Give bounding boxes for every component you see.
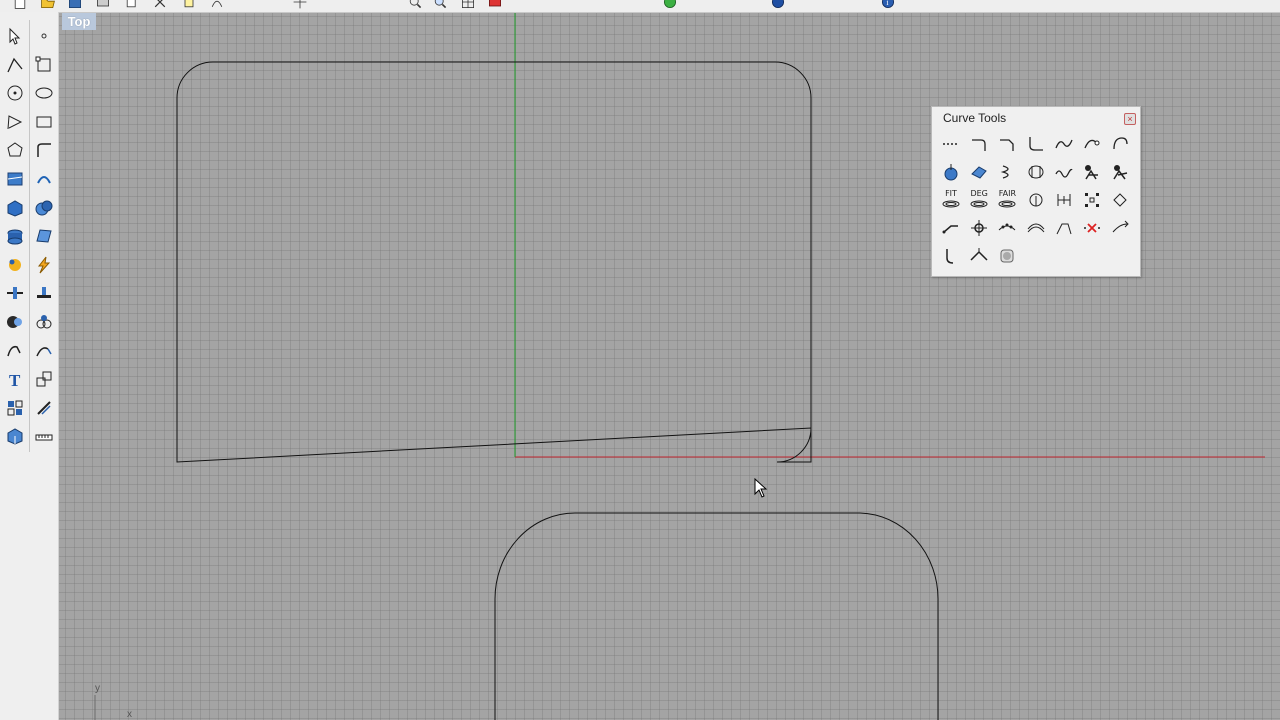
sphere-icon[interactable] bbox=[33, 197, 55, 219]
offset-icon[interactable] bbox=[33, 168, 55, 190]
offset-curve-icon[interactable] bbox=[1024, 216, 1048, 240]
crv-end-icon[interactable] bbox=[1108, 216, 1132, 240]
arc-blend-icon[interactable] bbox=[1108, 132, 1132, 156]
explode-icon[interactable] bbox=[4, 254, 26, 276]
adjustable-blend-icon[interactable] bbox=[1080, 132, 1104, 156]
remove-knot-icon[interactable] bbox=[1080, 216, 1104, 240]
change-degree-label: DEG bbox=[970, 189, 988, 198]
polygon-icon[interactable] bbox=[4, 139, 26, 161]
fillet-icon[interactable] bbox=[33, 139, 55, 161]
fit-curve-label: FIT bbox=[945, 189, 957, 198]
dimension-icon[interactable] bbox=[33, 397, 55, 419]
curve-tools-icon[interactable] bbox=[4, 340, 26, 362]
rebuild-icon[interactable] bbox=[1024, 188, 1048, 212]
paste-icon[interactable] bbox=[181, 0, 197, 10]
arc-extend-icon[interactable] bbox=[1108, 160, 1132, 184]
help-icon[interactable]: i bbox=[880, 0, 896, 10]
viewport-title-tab[interactable]: Top bbox=[62, 13, 96, 30]
render-icon[interactable] bbox=[770, 0, 786, 10]
undo-icon[interactable] bbox=[209, 0, 225, 10]
surface-icon[interactable] bbox=[33, 225, 55, 247]
match-curves-icon[interactable] bbox=[1052, 132, 1076, 156]
rectangle-icon[interactable] bbox=[33, 111, 55, 133]
curve-on-surface-icon[interactable] bbox=[967, 244, 991, 268]
viewport-icon[interactable] bbox=[487, 0, 503, 10]
shade-icon[interactable] bbox=[662, 0, 678, 10]
insert-point-icon[interactable] bbox=[995, 216, 1019, 240]
pan-icon[interactable] bbox=[292, 0, 308, 10]
copy-icon[interactable] bbox=[124, 0, 140, 10]
add-kink-icon[interactable] bbox=[967, 216, 991, 240]
sine-curve-icon[interactable] bbox=[1052, 160, 1076, 184]
svg-text:T: T bbox=[9, 371, 21, 389]
blend-curves-icon[interactable] bbox=[1024, 132, 1048, 156]
free-form-icon[interactable] bbox=[4, 168, 26, 190]
helix-icon[interactable] bbox=[995, 160, 1019, 184]
zoom-window-icon[interactable] bbox=[460, 0, 476, 10]
refit-icon[interactable] bbox=[1052, 188, 1076, 212]
extend-curve-icon[interactable] bbox=[939, 216, 963, 240]
change-degree-icon[interactable]: DEG bbox=[967, 188, 991, 212]
join-icon[interactable] bbox=[33, 311, 55, 333]
scale-icon[interactable] bbox=[33, 368, 55, 390]
curve-icon[interactable] bbox=[33, 54, 55, 76]
arc-icon[interactable] bbox=[4, 111, 26, 133]
left-toolbar-divider bbox=[29, 20, 30, 452]
world-axis-x-label: x bbox=[127, 709, 132, 720]
trim-icon[interactable] bbox=[33, 282, 55, 304]
cylinder-icon[interactable] bbox=[4, 225, 26, 247]
convert-icon[interactable] bbox=[995, 244, 1019, 268]
fillet-curves-icon[interactable] bbox=[967, 132, 991, 156]
fair-curve-icon[interactable]: FAIR bbox=[995, 188, 1019, 212]
layer-icon[interactable] bbox=[4, 425, 26, 447]
polyline-icon[interactable] bbox=[4, 54, 26, 76]
new-icon[interactable] bbox=[12, 0, 28, 10]
spiral-icon[interactable] bbox=[1024, 160, 1048, 184]
select-arrow-icon[interactable] bbox=[4, 25, 26, 47]
curve-tools-panel[interactable]: Curve Tools × FIT DEG FAIR bbox=[931, 106, 1141, 277]
lightning-icon[interactable] bbox=[33, 254, 55, 276]
polyline-dashed-icon[interactable] bbox=[939, 132, 963, 156]
circle-icon[interactable] bbox=[4, 82, 26, 104]
world-axis-y-label: y bbox=[95, 683, 100, 694]
insert-knot-icon[interactable] bbox=[1080, 188, 1104, 212]
close-icon[interactable]: × bbox=[1124, 113, 1136, 125]
open-icon[interactable] bbox=[40, 0, 56, 10]
fit-curve-icon[interactable]: FIT bbox=[939, 188, 963, 212]
adjust-seam-icon[interactable] bbox=[1052, 216, 1076, 240]
save-icon[interactable] bbox=[67, 0, 83, 10]
cut-icon[interactable] bbox=[152, 0, 168, 10]
fair-curve-label: FAIR bbox=[998, 189, 1017, 198]
left-toolbar: T bbox=[0, 12, 59, 720]
boolean-icon[interactable] bbox=[4, 311, 26, 333]
control-points-icon[interactable] bbox=[939, 160, 963, 184]
zoom-extents-icon[interactable] bbox=[432, 0, 448, 10]
top-toolbar: i bbox=[0, 0, 1280, 13]
text-icon[interactable]: T bbox=[4, 368, 26, 390]
curve-tools-title: Curve Tools bbox=[943, 111, 1007, 125]
ruler-icon[interactable] bbox=[33, 425, 55, 447]
edit-points-icon[interactable] bbox=[967, 160, 991, 184]
ellipse-icon[interactable] bbox=[33, 82, 55, 104]
simplify-icon[interactable] bbox=[1108, 188, 1132, 212]
grid-icon[interactable] bbox=[4, 397, 26, 419]
zoom-icon[interactable] bbox=[407, 0, 423, 10]
conic-icon[interactable] bbox=[1080, 160, 1104, 184]
mouse-cursor-icon bbox=[754, 478, 768, 498]
curve-from-2-views-icon[interactable] bbox=[939, 244, 963, 268]
point-icon[interactable] bbox=[33, 25, 55, 47]
chamfer-curves-icon[interactable] bbox=[995, 132, 1019, 156]
extend-icon[interactable] bbox=[33, 340, 55, 362]
split-icon[interactable] bbox=[4, 282, 26, 304]
print-icon[interactable] bbox=[95, 0, 111, 10]
box-icon[interactable] bbox=[4, 197, 26, 219]
